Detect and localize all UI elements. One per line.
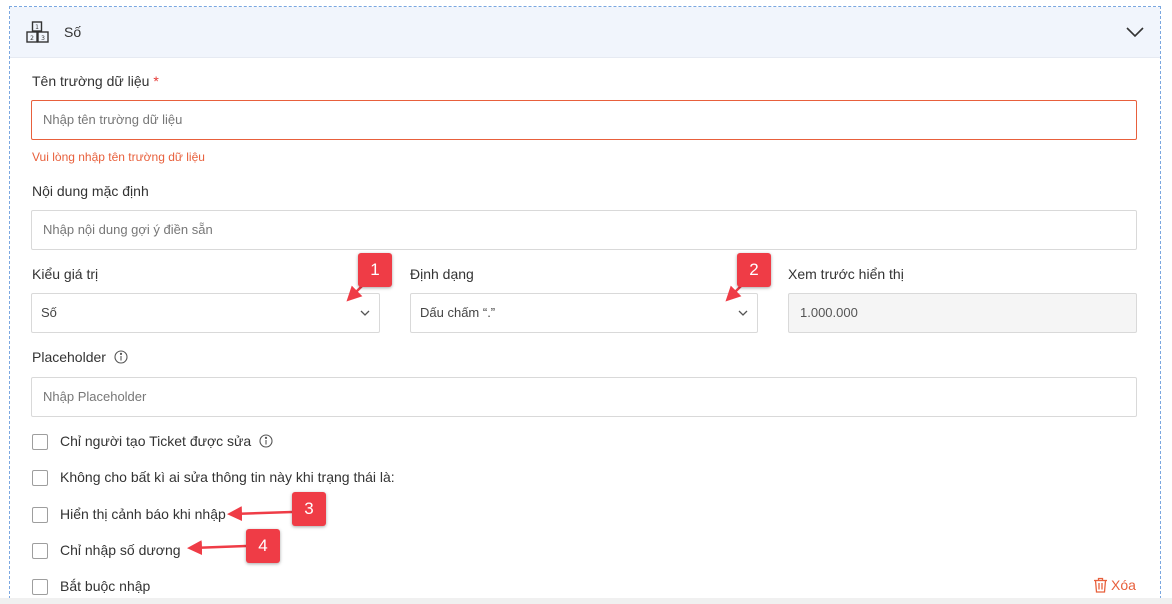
option-label: Chỉ người tạo Ticket được sửa — [60, 433, 273, 449]
chevron-down-icon — [360, 310, 370, 316]
default-content-placeholder: Nhập nội dung gợi ý điền sẵn — [43, 222, 213, 237]
number-blocks-icon: 1 2 3 — [26, 21, 49, 43]
info-icon[interactable] — [114, 350, 128, 364]
value-type-select[interactable]: Số — [31, 293, 380, 333]
option-label: Chỉ nhập số dương — [60, 542, 181, 558]
format-select[interactable]: Dấu chấm “.” — [410, 293, 758, 333]
default-content-input[interactable]: Nhập nội dung gợi ý điền sẵn — [31, 210, 1137, 250]
svg-text:1: 1 — [35, 24, 39, 31]
field-name-label: Tên trường dữ liệu * — [32, 73, 159, 89]
svg-text:3: 3 — [41, 35, 45, 42]
option-label: Không cho bất kì ai sửa thông tin này kh… — [60, 469, 395, 485]
trash-icon — [1094, 577, 1107, 593]
checkbox[interactable] — [32, 470, 48, 486]
checkbox[interactable] — [32, 434, 48, 450]
section-title: Số — [64, 24, 82, 40]
annotation-badge-3: 3 — [292, 492, 326, 526]
chevron-down-icon[interactable] — [1126, 25, 1144, 39]
format-label: Định dạng — [410, 266, 474, 282]
annotation-badge-4: 4 — [246, 529, 280, 563]
section-header[interactable]: 1 2 3 Số — [10, 7, 1160, 58]
chevron-down-icon — [738, 310, 748, 316]
option-label-text: Chỉ người tạo Ticket được sửa — [60, 433, 252, 449]
required-mark: * — [153, 73, 159, 89]
field-name-placeholder: Nhập tên trường dữ liệu — [43, 112, 183, 127]
preview-value: 1.000.000 — [800, 305, 858, 320]
delete-label: Xóa — [1111, 577, 1136, 593]
checkbox[interactable] — [32, 543, 48, 559]
checkbox[interactable] — [32, 579, 48, 595]
placeholder-label: Placeholder — [32, 349, 128, 365]
value-type-selected: Số — [41, 305, 57, 320]
annotation-badge-1: 1 — [358, 253, 392, 287]
default-content-label: Nội dung mặc định — [32, 183, 149, 199]
placeholder-input[interactable]: Nhập Placeholder — [31, 377, 1137, 417]
bottom-scroll-area — [0, 598, 1172, 604]
placeholder-input-placeholder: Nhập Placeholder — [43, 389, 147, 404]
placeholder-label-text: Placeholder — [32, 349, 106, 365]
annotation-badge-2: 2 — [737, 253, 771, 287]
delete-button[interactable]: Xóa — [1093, 577, 1136, 593]
option-label: Hiển thị cảnh báo khi nhập — [60, 506, 226, 522]
preview-label: Xem trước hiển thị — [788, 266, 904, 282]
option-label: Bắt buộc nhập — [60, 578, 151, 594]
field-name-input[interactable]: Nhập tên trường dữ liệu — [31, 100, 1137, 140]
format-selected: Dấu chấm “.” — [420, 305, 496, 320]
field-name-label-text: Tên trường dữ liệu — [32, 73, 150, 89]
preview-value-box: 1.000.000 — [788, 293, 1137, 333]
field-name-error: Vui lòng nhập tên trường dữ liệu — [32, 150, 205, 164]
svg-text:2: 2 — [30, 35, 34, 42]
checkbox[interactable] — [32, 507, 48, 523]
value-type-label: Kiểu giá trị — [32, 266, 99, 282]
info-icon[interactable] — [259, 434, 273, 448]
